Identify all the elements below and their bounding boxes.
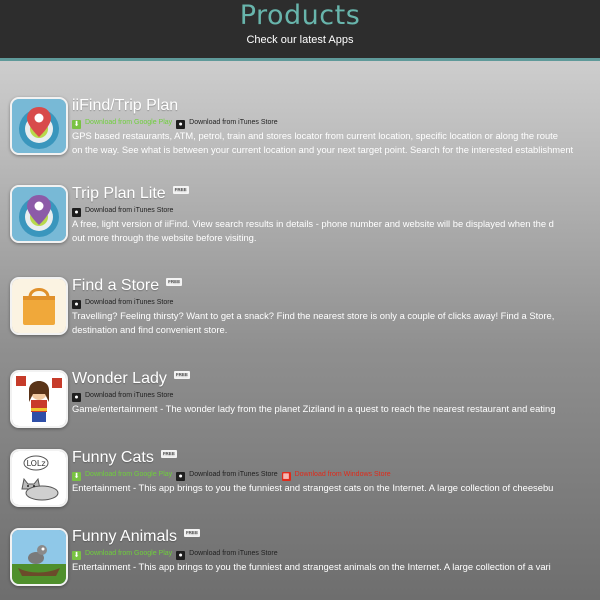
itunes-store-link[interactable]: ● Download from iTunes Store <box>72 298 173 309</box>
product-name[interactable]: Find a Store FREE <box>72 276 183 296</box>
product-description: A free, light version of iiFind. View se… <box>72 218 554 243</box>
itunes-store-link-label[interactable]: Download from iTunes Store <box>85 299 173 306</box>
store-links: ⬇ Download from Google Play ● Download from… <box>72 470 395 481</box>
product-item: iiFind/Trip Plan ⬇ Download from Google Pl… <box>10 97 600 159</box>
google-play-link-label[interactable]: Download from Google Play <box>85 119 172 126</box>
free-badge: FREE <box>160 450 177 458</box>
google-play-icon: ⬇ <box>72 120 81 129</box>
product-description: Travelling? Feeling thirsty? Want to get… <box>72 310 555 335</box>
product-item: Wonder Lady FREE ● Download from iTunes Sto… <box>10 370 600 432</box>
product-item: Find a Store FREE ● Download from iTunes St… <box>10 277 600 339</box>
store-links: ● Download from iTunes Store <box>72 298 177 309</box>
itunes-store-link-label[interactable]: Download from iTunes Store <box>189 119 277 126</box>
apple-icon: ● <box>176 551 186 560</box>
product-description: Entertainment - This app brings to you t… <box>72 482 554 493</box>
store-links: ⬇ Download from Google Play ● Download from… <box>72 549 282 560</box>
itunes-store-link-label[interactable]: Download from iTunes Store <box>189 550 277 557</box>
product-item: LOLz Funny Cats FREE ⬇ Download from Google… <box>10 449 600 511</box>
apple-icon: ● <box>72 393 81 402</box>
free-badge: FREE <box>166 278 183 286</box>
product-name[interactable]: Funny Cats FREE <box>72 448 177 468</box>
free-badge: FREE <box>173 371 190 379</box>
product-description: GPS based restaurants, ATM, petrol, trai… <box>72 130 574 155</box>
product-name[interactable]: iiFind/Trip Plan <box>72 96 178 116</box>
product-name[interactable]: Wonder Lady FREE <box>72 369 190 389</box>
itunes-store-link[interactable]: ● Download from iTunes Store <box>72 391 173 402</box>
store-links: ● Download from iTunes Store <box>72 391 177 402</box>
product-item: Funny Animals FREE ⬇ Download from Google P… <box>10 528 600 590</box>
itunes-store-link-label[interactable]: Download from iTunes Store <box>189 471 277 478</box>
itunes-store-link[interactable]: ● Download from iTunes Store <box>176 118 278 129</box>
product-name-text[interactable]: Wonder Lady <box>72 370 167 387</box>
product-description: Game/entertainment - The wonder lady fro… <box>72 403 556 414</box>
apple-icon: ● <box>72 208 81 217</box>
windows-store-link-label[interactable]: Download from Windows Store <box>295 471 391 478</box>
map-pin-lite-icon[interactable] <box>10 185 68 243</box>
product-name-text[interactable]: iiFind/Trip Plan <box>72 97 178 114</box>
google-play-link-label[interactable]: Download from Google Play <box>85 550 172 557</box>
itunes-store-link-label[interactable]: Download from iTunes Store <box>85 392 173 399</box>
store-links: ● Download from iTunes Store <box>72 206 177 217</box>
product-description: Entertainment - This app brings to you t… <box>72 561 551 572</box>
windows-store-link[interactable]: ▦ Download from Windows Store <box>281 470 391 481</box>
product-name-text[interactable]: Trip Plan Lite <box>72 185 166 202</box>
product-item: Trip Plan Lite FREE ● Download from iTunes … <box>10 185 600 247</box>
google-play-icon: ⬇ <box>72 472 81 481</box>
product-name[interactable]: Funny Animals FREE <box>72 527 200 547</box>
google-play-link[interactable]: ⬇ Download from Google Play <box>72 118 172 129</box>
product-name[interactable]: Trip Plan Lite FREE <box>72 184 189 204</box>
product-name-text[interactable]: Funny Cats <box>72 449 154 466</box>
product-name-text[interactable]: Find a Store <box>72 277 159 294</box>
google-play-icon: ⬇ <box>72 551 81 560</box>
store-links: ⬇ Download from Google Play ● Download from… <box>72 118 282 129</box>
free-badge: FREE <box>172 186 189 194</box>
animal-icon[interactable] <box>10 528 68 586</box>
svg-text:LOLz: LOLz <box>26 459 45 468</box>
itunes-store-link[interactable]: ● Download from iTunes Store <box>176 549 278 560</box>
product-name-text[interactable]: Funny Animals <box>72 528 177 545</box>
google-play-link[interactable]: ⬇ Download from Google Play <box>72 549 172 560</box>
cat-icon[interactable]: LOLz <box>10 449 68 507</box>
shopping-bag-icon[interactable] <box>10 277 68 335</box>
apple-icon: ● <box>176 120 186 129</box>
google-play-link-label[interactable]: Download from Google Play <box>85 471 172 478</box>
page-subtitle: Check our latest Apps <box>246 34 354 46</box>
map-pin-icon[interactable] <box>10 97 68 155</box>
windows-icon: ▦ <box>281 472 291 481</box>
page-title: Products <box>239 0 361 31</box>
itunes-store-link-label[interactable]: Download from iTunes Store <box>85 207 173 214</box>
free-badge: FREE <box>183 529 200 537</box>
itunes-store-link[interactable]: ● Download from iTunes Store <box>72 206 173 217</box>
apple-icon: ● <box>72 300 81 309</box>
apple-icon: ● <box>176 472 186 481</box>
page-header: Products Check our latest Apps <box>0 0 600 61</box>
google-play-link[interactable]: ⬇ Download from Google Play <box>72 470 172 481</box>
itunes-store-link[interactable]: ● Download from iTunes Store <box>176 470 278 481</box>
wonder-lady-icon[interactable] <box>10 370 68 428</box>
